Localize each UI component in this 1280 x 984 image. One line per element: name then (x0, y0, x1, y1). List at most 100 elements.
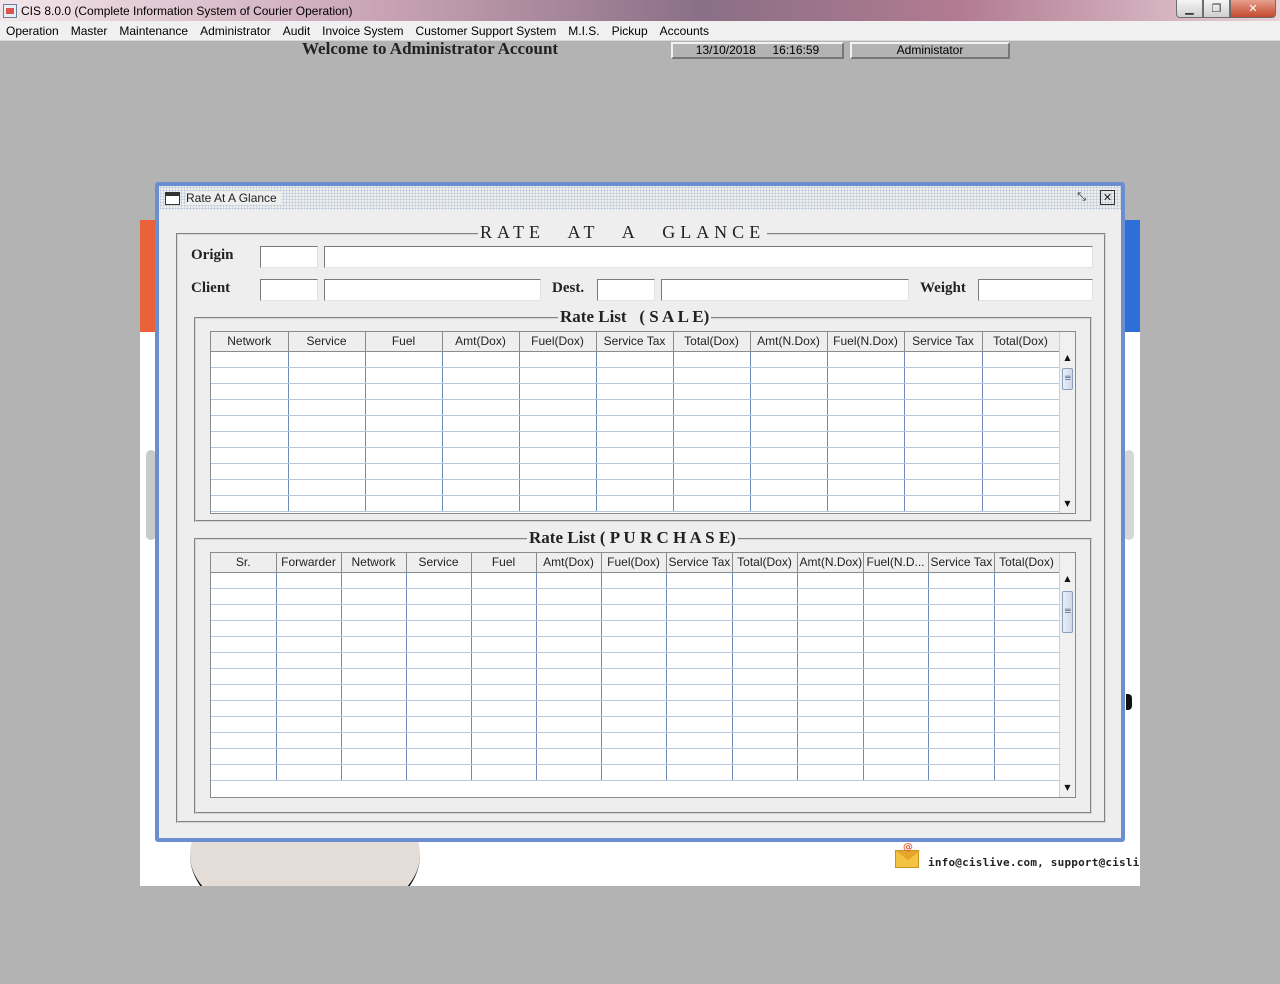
table-cell[interactable] (601, 764, 667, 781)
table-cell[interactable] (928, 748, 995, 765)
maximize-button[interactable]: ❐ (1203, 0, 1230, 18)
table-cell[interactable] (666, 588, 733, 605)
table-cell[interactable] (750, 431, 828, 448)
table-cell[interactable] (276, 716, 342, 733)
table-cell[interactable] (982, 415, 1060, 432)
table-cell[interactable] (276, 620, 342, 637)
table-cell[interactable] (471, 620, 537, 637)
table-cell[interactable] (673, 383, 751, 400)
table-cell[interactable] (928, 732, 995, 749)
table-cell[interactable] (797, 652, 864, 669)
table-cell[interactable] (673, 367, 751, 384)
table-cell[interactable] (994, 716, 1060, 733)
column-header[interactable]: Fuel(Dox) (519, 332, 597, 352)
table-cell[interactable] (673, 351, 751, 368)
table-cell[interactable] (904, 415, 983, 432)
table-cell[interactable] (276, 588, 342, 605)
table-cell[interactable] (596, 463, 674, 480)
table-cell[interactable] (442, 351, 520, 368)
table-cell[interactable] (666, 620, 733, 637)
table-cell[interactable] (750, 463, 828, 480)
table-cell[interactable] (365, 495, 443, 512)
table-cell[interactable] (536, 652, 602, 669)
column-header[interactable]: Service Tax (666, 553, 733, 573)
table-cell[interactable] (732, 668, 798, 685)
table-cell[interactable] (827, 495, 905, 512)
table-cell[interactable] (928, 572, 995, 589)
table-cell[interactable] (827, 479, 905, 496)
table-cell[interactable] (673, 447, 751, 464)
table-cell[interactable] (750, 479, 828, 496)
table-cell[interactable] (797, 716, 864, 733)
table-row[interactable] (211, 431, 1060, 448)
table-cell[interactable] (406, 652, 472, 669)
table-cell[interactable] (276, 572, 342, 589)
table-cell[interactable] (341, 620, 407, 637)
table-cell[interactable] (406, 588, 472, 605)
column-header[interactable]: Service Tax (596, 332, 674, 352)
table-row[interactable] (211, 447, 1060, 464)
table-cell[interactable] (994, 572, 1060, 589)
table-cell[interactable] (288, 383, 366, 400)
table-cell[interactable] (406, 732, 472, 749)
minimize-button[interactable]: ▁ (1176, 0, 1203, 18)
column-header[interactable]: Service Tax (928, 553, 995, 573)
dest-code-input[interactable] (597, 279, 655, 301)
table-cell[interactable] (750, 415, 828, 432)
table-cell[interactable] (341, 748, 407, 765)
table-cell[interactable] (519, 431, 597, 448)
table-cell[interactable] (442, 431, 520, 448)
table-row[interactable] (211, 748, 1060, 765)
table-cell[interactable] (341, 588, 407, 605)
table-cell[interactable] (827, 399, 905, 416)
table-cell[interactable] (994, 620, 1060, 637)
table-cell[interactable] (827, 351, 905, 368)
table-cell[interactable] (732, 748, 798, 765)
menu-customer-support-system[interactable]: Customer Support System (410, 24, 563, 38)
table-cell[interactable] (732, 588, 798, 605)
table-cell[interactable] (341, 636, 407, 653)
table-cell[interactable] (536, 716, 602, 733)
table-cell[interactable] (596, 495, 674, 512)
table-cell[interactable] (797, 572, 864, 589)
table-cell[interactable] (276, 684, 342, 701)
table-row[interactable] (211, 495, 1060, 512)
menu-maintenance[interactable]: Maintenance (113, 24, 194, 38)
table-cell[interactable] (471, 748, 537, 765)
table-cell[interactable] (471, 588, 537, 605)
table-row[interactable] (211, 367, 1060, 384)
column-header[interactable]: Amt(Dox) (442, 332, 520, 352)
menu-operation[interactable]: Operation (0, 24, 65, 38)
table-cell[interactable] (673, 399, 751, 416)
table-cell[interactable] (341, 652, 407, 669)
table-cell[interactable] (519, 495, 597, 512)
table-cell[interactable] (211, 716, 277, 733)
table-cell[interactable] (928, 588, 995, 605)
table-cell[interactable] (982, 431, 1060, 448)
table-cell[interactable] (732, 652, 798, 669)
table-cell[interactable] (211, 572, 277, 589)
table-cell[interactable] (211, 399, 289, 416)
table-cell[interactable] (519, 383, 597, 400)
table-cell[interactable] (211, 700, 277, 717)
table-cell[interactable] (601, 732, 667, 749)
table-cell[interactable] (982, 367, 1060, 384)
scroll-up-icon[interactable]: ▲ (1060, 571, 1075, 587)
table-cell[interactable] (341, 572, 407, 589)
table-cell[interactable] (211, 383, 289, 400)
table-cell[interactable] (673, 415, 751, 432)
table-row[interactable] (211, 732, 1060, 749)
table-cell[interactable] (863, 764, 929, 781)
table-row[interactable] (211, 636, 1060, 653)
table-cell[interactable] (601, 668, 667, 685)
table-cell[interactable] (406, 748, 472, 765)
table-cell[interactable] (994, 604, 1060, 621)
origin-code-input[interactable] (260, 246, 318, 268)
table-cell[interactable] (732, 700, 798, 717)
table-cell[interactable] (732, 636, 798, 653)
table-cell[interactable] (797, 732, 864, 749)
table-cell[interactable] (519, 447, 597, 464)
table-cell[interactable] (211, 431, 289, 448)
table-cell[interactable] (288, 415, 366, 432)
table-cell[interactable] (211, 463, 289, 480)
